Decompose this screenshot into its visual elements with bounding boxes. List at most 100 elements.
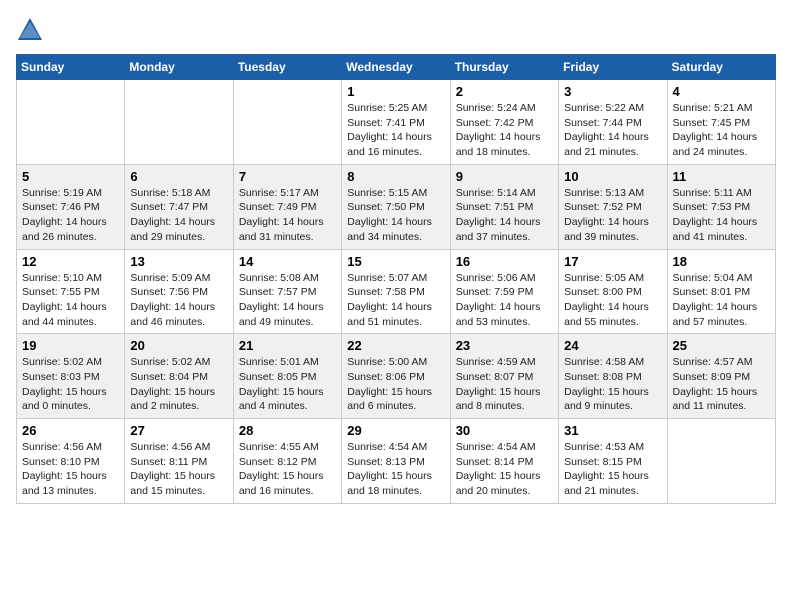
- day-info: Sunrise: 5:18 AMSunset: 7:47 PMDaylight:…: [130, 186, 227, 245]
- day-number: 9: [456, 169, 553, 184]
- calendar-cell: 6 Sunrise: 5:18 AMSunset: 7:47 PMDaylight…: [125, 164, 233, 249]
- calendar-week-row: 1 Sunrise: 5:25 AMSunset: 7:41 PMDaylight…: [17, 80, 776, 165]
- weekday-header-row: SundayMondayTuesdayWednesdayThursdayFrid…: [17, 55, 776, 80]
- day-info: Sunrise: 5:00 AMSunset: 8:06 PMDaylight:…: [347, 355, 444, 414]
- calendar-cell: 20Sunrise: 5:02 AMSunset: 8:04 PMDayligh…: [125, 334, 233, 419]
- day-number: 25: [673, 338, 770, 353]
- calendar-cell: [233, 80, 341, 165]
- calendar-cell: 28 Sunrise: 4:55 AMSunset: 8:12 PMDayligh…: [233, 419, 341, 504]
- calendar-cell: 15 Sunrise: 5:07 AMSunset: 7:58 PMDayligh…: [342, 249, 450, 334]
- page-header: [16, 16, 776, 44]
- day-number: 17: [564, 254, 661, 269]
- weekday-label: Thursday: [450, 55, 558, 80]
- calendar-cell: 18Sunrise: 5:04 AMSunset: 8:01 PMDayligh…: [667, 249, 775, 334]
- logo: [16, 16, 48, 44]
- calendar-cell: 8 Sunrise: 5:15 AMSunset: 7:50 PMDaylight…: [342, 164, 450, 249]
- calendar-cell: [125, 80, 233, 165]
- day-info: Sunrise: 5:22 AMSunset: 7:44 PMDaylight:…: [564, 101, 661, 160]
- calendar-cell: 29Sunrise: 4:54 AMSunset: 8:13 PMDayligh…: [342, 419, 450, 504]
- day-number: 5: [22, 169, 119, 184]
- day-number: 23: [456, 338, 553, 353]
- day-number: 7: [239, 169, 336, 184]
- calendar-cell: 21Sunrise: 5:01 AMSunset: 8:05 PMDayligh…: [233, 334, 341, 419]
- calendar-table: SundayMondayTuesdayWednesdayThursdayFrid…: [16, 54, 776, 504]
- day-number: 20: [130, 338, 227, 353]
- calendar-cell: 7 Sunrise: 5:17 AMSunset: 7:49 PMDaylight…: [233, 164, 341, 249]
- day-number: 28: [239, 423, 336, 438]
- day-info: Sunrise: 5:15 AMSunset: 7:50 PMDaylight:…: [347, 186, 444, 245]
- calendar-cell: 14 Sunrise: 5:08 AMSunset: 7:57 PMDayligh…: [233, 249, 341, 334]
- day-number: 26: [22, 423, 119, 438]
- calendar-cell: 1 Sunrise: 5:25 AMSunset: 7:41 PMDaylight…: [342, 80, 450, 165]
- calendar-cell: 23 Sunrise: 4:59 AMSunset: 8:07 PMDayligh…: [450, 334, 558, 419]
- calendar-cell: 2 Sunrise: 5:24 AMSunset: 7:42 PMDaylight…: [450, 80, 558, 165]
- day-info: Sunrise: 4:57 AMSunset: 8:09 PMDaylight:…: [673, 355, 770, 414]
- day-info: Sunrise: 5:25 AMSunset: 7:41 PMDaylight:…: [347, 101, 444, 160]
- weekday-label: Tuesday: [233, 55, 341, 80]
- day-info: Sunrise: 5:21 AMSunset: 7:45 PMDaylight:…: [673, 101, 770, 160]
- day-number: 4: [673, 84, 770, 99]
- calendar-week-row: 19Sunrise: 5:02 AMSunset: 8:03 PMDayligh…: [17, 334, 776, 419]
- day-number: 1: [347, 84, 444, 99]
- calendar-cell: 10 Sunrise: 5:13 AMSunset: 7:52 PMDayligh…: [559, 164, 667, 249]
- calendar-cell: 26 Sunrise: 4:56 AMSunset: 8:10 PMDayligh…: [17, 419, 125, 504]
- calendar-week-row: 26 Sunrise: 4:56 AMSunset: 8:10 PMDayligh…: [17, 419, 776, 504]
- day-number: 18: [673, 254, 770, 269]
- calendar-week-row: 12 Sunrise: 5:10 AMSunset: 7:55 PMDayligh…: [17, 249, 776, 334]
- day-info: Sunrise: 5:17 AMSunset: 7:49 PMDaylight:…: [239, 186, 336, 245]
- weekday-label: Saturday: [667, 55, 775, 80]
- day-info: Sunrise: 4:55 AMSunset: 8:12 PMDaylight:…: [239, 440, 336, 499]
- calendar-cell: 4 Sunrise: 5:21 AMSunset: 7:45 PMDaylight…: [667, 80, 775, 165]
- calendar-cell: 13 Sunrise: 5:09 AMSunset: 7:56 PMDayligh…: [125, 249, 233, 334]
- calendar-cell: 31 Sunrise: 4:53 AMSunset: 8:15 PMDayligh…: [559, 419, 667, 504]
- day-number: 30: [456, 423, 553, 438]
- calendar-cell: 17 Sunrise: 5:05 AMSunset: 8:00 PMDayligh…: [559, 249, 667, 334]
- day-info: Sunrise: 5:24 AMSunset: 7:42 PMDaylight:…: [456, 101, 553, 160]
- day-info: Sunrise: 5:19 AMSunset: 7:46 PMDaylight:…: [22, 186, 119, 245]
- calendar-cell: 3 Sunrise: 5:22 AMSunset: 7:44 PMDaylight…: [559, 80, 667, 165]
- day-info: Sunrise: 5:05 AMSunset: 8:00 PMDaylight:…: [564, 271, 661, 330]
- calendar-cell: 30Sunrise: 4:54 AMSunset: 8:14 PMDayligh…: [450, 419, 558, 504]
- day-info: Sunrise: 5:13 AMSunset: 7:52 PMDaylight:…: [564, 186, 661, 245]
- calendar-cell: 9 Sunrise: 5:14 AMSunset: 7:51 PMDaylight…: [450, 164, 558, 249]
- day-number: 3: [564, 84, 661, 99]
- logo-icon: [16, 16, 44, 44]
- day-info: Sunrise: 4:56 AMSunset: 8:10 PMDaylight:…: [22, 440, 119, 499]
- calendar-cell: 12 Sunrise: 5:10 AMSunset: 7:55 PMDayligh…: [17, 249, 125, 334]
- day-number: 27: [130, 423, 227, 438]
- day-info: Sunrise: 5:02 AMSunset: 8:03 PMDaylight:…: [22, 355, 119, 414]
- calendar-cell: 22 Sunrise: 5:00 AMSunset: 8:06 PMDayligh…: [342, 334, 450, 419]
- day-number: 13: [130, 254, 227, 269]
- weekday-label: Friday: [559, 55, 667, 80]
- day-number: 15: [347, 254, 444, 269]
- day-number: 14: [239, 254, 336, 269]
- weekday-label: Monday: [125, 55, 233, 80]
- day-number: 8: [347, 169, 444, 184]
- day-number: 2: [456, 84, 553, 99]
- calendar-cell: 5 Sunrise: 5:19 AMSunset: 7:46 PMDaylight…: [17, 164, 125, 249]
- day-number: 16: [456, 254, 553, 269]
- day-number: 12: [22, 254, 119, 269]
- day-info: Sunrise: 5:09 AMSunset: 7:56 PMDaylight:…: [130, 271, 227, 330]
- calendar-cell: [17, 80, 125, 165]
- day-info: Sunrise: 4:53 AMSunset: 8:15 PMDaylight:…: [564, 440, 661, 499]
- day-info: Sunrise: 5:08 AMSunset: 7:57 PMDaylight:…: [239, 271, 336, 330]
- day-number: 6: [130, 169, 227, 184]
- weekday-label: Sunday: [17, 55, 125, 80]
- day-number: 31: [564, 423, 661, 438]
- weekday-label: Wednesday: [342, 55, 450, 80]
- calendar-cell: 24Sunrise: 4:58 AMSunset: 8:08 PMDayligh…: [559, 334, 667, 419]
- calendar-cell: [667, 419, 775, 504]
- calendar-cell: 25 Sunrise: 4:57 AMSunset: 8:09 PMDayligh…: [667, 334, 775, 419]
- day-info: Sunrise: 4:59 AMSunset: 8:07 PMDaylight:…: [456, 355, 553, 414]
- day-number: 10: [564, 169, 661, 184]
- calendar-cell: 27 Sunrise: 4:56 AMSunset: 8:11 PMDayligh…: [125, 419, 233, 504]
- day-info: Sunrise: 5:10 AMSunset: 7:55 PMDaylight:…: [22, 271, 119, 330]
- day-info: Sunrise: 5:07 AMSunset: 7:58 PMDaylight:…: [347, 271, 444, 330]
- day-info: Sunrise: 5:01 AMSunset: 8:05 PMDaylight:…: [239, 355, 336, 414]
- day-info: Sunrise: 4:56 AMSunset: 8:11 PMDaylight:…: [130, 440, 227, 499]
- calendar-cell: 11Sunrise: 5:11 AMSunset: 7:53 PMDayligh…: [667, 164, 775, 249]
- calendar-body: 1 Sunrise: 5:25 AMSunset: 7:41 PMDaylight…: [17, 80, 776, 504]
- day-number: 22: [347, 338, 444, 353]
- day-info: Sunrise: 5:14 AMSunset: 7:51 PMDaylight:…: [456, 186, 553, 245]
